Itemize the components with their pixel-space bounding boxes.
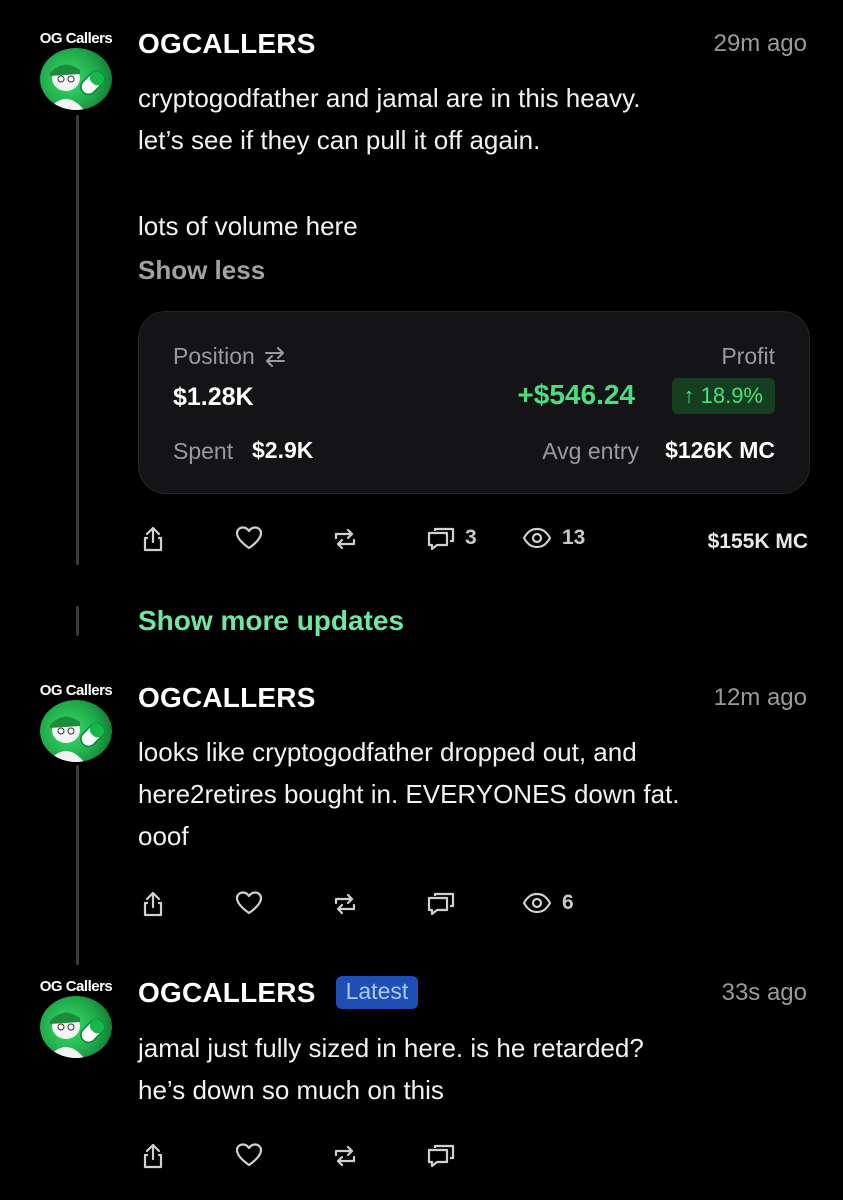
repost-icon: [334, 1145, 356, 1167]
post-line: here2retires bought in. EVERYONES down f…: [138, 779, 680, 809]
post-line: jamal just fully sized in here. is he re…: [138, 1033, 644, 1063]
like-button[interactable]: [235, 891, 263, 915]
post-line: cryptogodfather and jamal are in this he…: [138, 83, 641, 113]
spent-label: Spent: [173, 438, 234, 464]
views: 13: [522, 526, 585, 550]
latest-badge: Latest: [335, 976, 419, 1009]
logo-text: OG Callers: [39, 978, 113, 995]
post-line: he’s down so much on this: [138, 1075, 444, 1105]
repost-icon: [334, 528, 356, 550]
views: 6: [522, 891, 574, 915]
share-icon: [143, 891, 163, 917]
action-bar: [138, 1143, 808, 1179]
show-less-button[interactable]: Show less: [138, 255, 265, 286]
eye-icon: [522, 527, 552, 549]
avg-entry-value: $126K MC: [665, 437, 775, 463]
thread-line-2: [76, 606, 79, 636]
post-text: looks like cryptogodfather dropped out, …: [138, 731, 798, 857]
view-count: 6: [562, 891, 574, 914]
share-icon: [143, 1143, 163, 1169]
share-button[interactable]: [142, 526, 164, 552]
post-text: cryptogodfather and jamal are in this he…: [138, 77, 798, 247]
thread-line-1: [76, 115, 79, 565]
post-text: jamal just fully sized in here. is he re…: [138, 1027, 798, 1111]
timestamp: 33s ago: [721, 978, 807, 1006]
show-more-updates-link[interactable]: Show more updates: [138, 605, 404, 637]
comment-button[interactable]: [427, 891, 455, 915]
avg-entry-label: Avg entry: [542, 438, 639, 464]
comment-icon: [427, 892, 455, 915]
share-button[interactable]: [142, 891, 164, 917]
post-line: looks like cryptogodfather dropped out, …: [138, 737, 637, 767]
repost-icon: [334, 893, 356, 915]
share-icon: [143, 526, 163, 552]
post-header: OGCALLERS Latest 33s ago: [138, 976, 807, 1009]
like-button[interactable]: [235, 1143, 263, 1167]
repost-button[interactable]: [332, 1143, 358, 1169]
username[interactable]: OGCALLERS: [138, 682, 316, 714]
spent-value: $2.9K: [252, 437, 314, 463]
position-value: $1.28K: [173, 383, 254, 411]
comment-count: 3: [465, 526, 477, 549]
heart-icon: [235, 526, 263, 550]
post-line: lots of volume here: [138, 211, 358, 241]
avatar[interactable]: OG Callers: [38, 682, 114, 766]
avatar-image: [40, 48, 112, 110]
repost-button[interactable]: [332, 526, 358, 552]
heart-icon: [235, 1143, 263, 1167]
avatar-image: [40, 700, 112, 762]
swap-icon[interactable]: [263, 346, 287, 367]
comment-button[interactable]: 3: [427, 526, 477, 550]
post-line: let’s see if they can pull it off again.: [138, 125, 541, 155]
action-bar: 3 13 $155K MC: [138, 526, 808, 562]
like-button[interactable]: [235, 526, 263, 550]
action-bar: 6: [138, 891, 808, 927]
market-cap: $155K MC: [707, 530, 808, 553]
username[interactable]: OGCALLERS: [138, 977, 316, 1009]
post-header: OGCALLERS 29m ago: [138, 28, 807, 60]
og-callers-mascot-icon: [48, 716, 105, 762]
og-callers-mascot-icon: [48, 64, 105, 110]
post-line: ooof: [138, 821, 189, 851]
avatar-image: [40, 996, 112, 1058]
timestamp: 29m ago: [713, 30, 807, 57]
timestamp: 12m ago: [713, 684, 807, 711]
comment-button[interactable]: [427, 1143, 455, 1167]
post-header: OGCALLERS 12m ago: [138, 682, 807, 714]
logo-text: OG Callers: [39, 682, 113, 699]
thread-line-3: [76, 765, 79, 965]
username[interactable]: OGCALLERS: [138, 28, 316, 60]
profit-percent-badge: ↑ 18.9%: [671, 378, 775, 414]
avatar[interactable]: OG Callers: [38, 978, 114, 1062]
share-button[interactable]: [142, 1143, 164, 1169]
eye-icon: [522, 892, 552, 914]
view-count: 13: [562, 526, 586, 549]
position-card[interactable]: Position $1.28K Profit +$546.24 ↑ 18.9% …: [138, 311, 810, 494]
position-label: Position: [173, 343, 255, 369]
comment-icon: [427, 1144, 455, 1167]
profit-value: +$546.24: [517, 379, 635, 410]
avatar[interactable]: OG Callers: [38, 30, 114, 114]
repost-button[interactable]: [332, 891, 358, 917]
profit-label: Profit: [721, 343, 775, 369]
og-callers-mascot-icon: [48, 1012, 105, 1058]
logo-text: OG Callers: [39, 30, 113, 47]
comment-icon: [427, 527, 455, 550]
heart-icon: [235, 891, 263, 915]
